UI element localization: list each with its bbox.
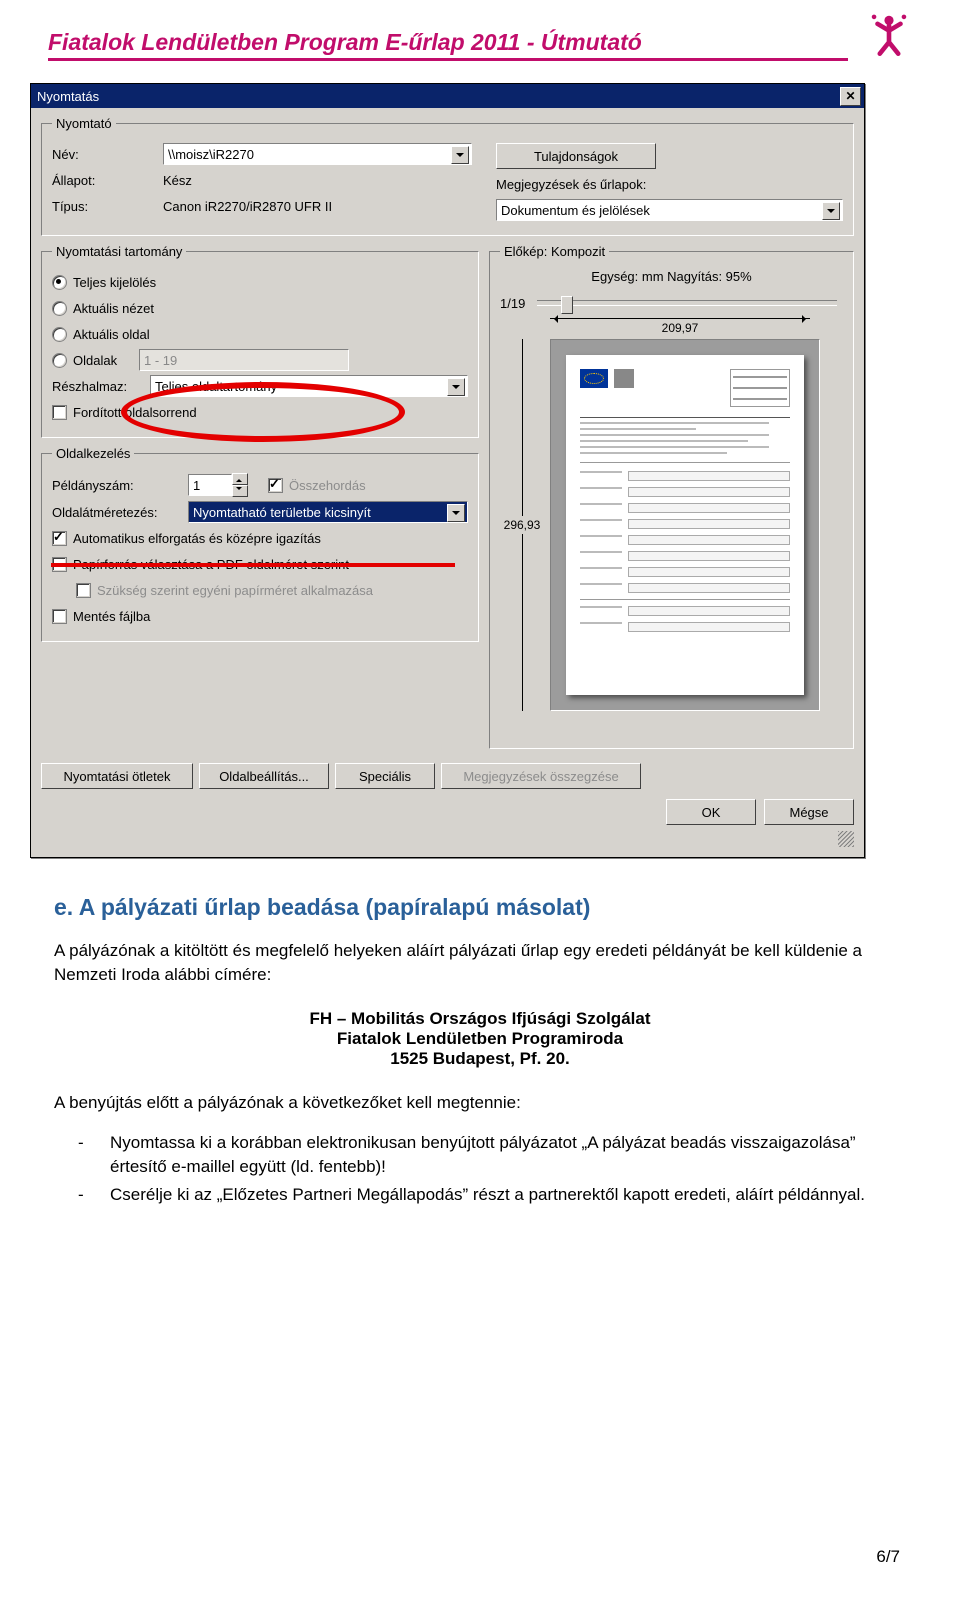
ok-button[interactable]: OK	[666, 799, 756, 825]
pages-input[interactable]: 1 - 19	[139, 349, 349, 371]
cancel-button[interactable]: Mégse	[764, 799, 854, 825]
copies-label: Példányszám:	[52, 478, 182, 493]
custom-check[interactable]: Szükség szerint egyéni papírméret alkalm…	[52, 579, 468, 601]
copies-stepper[interactable]: 1	[188, 473, 248, 497]
radio-page-label: Aktuális oldal	[73, 327, 150, 342]
save-check[interactable]: Mentés fájlba	[52, 605, 468, 627]
li2: Cserélje ki az „Előzetes Partneri Megáll…	[110, 1183, 865, 1207]
notes-label: Megjegyzések és űrlapok:	[496, 177, 646, 192]
radio-view[interactable]: Aktuális nézet	[52, 297, 468, 319]
dialog-title: Nyomtatás	[37, 89, 840, 104]
status-label: Állapot:	[52, 173, 157, 188]
tips-button[interactable]: Nyomtatási ötletek	[41, 763, 193, 789]
range-legend: Nyomtatási tartomány	[52, 244, 186, 259]
height-dim: 296,93	[500, 339, 544, 711]
addr1: FH – Mobilitás Országos Ifjúsági Szolgál…	[54, 1009, 906, 1029]
rotate-check[interactable]: Automatikus elforgatás és középre igazít…	[52, 527, 468, 549]
page-indicator: 1/19	[500, 296, 525, 311]
summary-button[interactable]: Megjegyzések összegzése	[441, 763, 641, 789]
radio-pages-label: Oldalak	[73, 353, 133, 368]
copies-up[interactable]	[232, 473, 248, 485]
radio-view-label: Aktuális nézet	[73, 301, 154, 316]
header-logo-icon	[866, 10, 912, 61]
collate-check[interactable]	[268, 478, 283, 493]
properties-button[interactable]: Tulajdonságok	[496, 143, 656, 169]
preview-group: Előkép: Kompozit Egység: mm Nagyítás: 95…	[489, 244, 854, 749]
preview-canvas	[550, 339, 820, 711]
units-text: Egység: mm Nagyítás: 95%	[500, 269, 843, 284]
dialog-titlebar: Nyomtatás ✕	[31, 84, 864, 108]
section-heading: e. A pályázati űrlap beadása (papíralapú…	[54, 894, 906, 921]
annotation-underline	[51, 563, 455, 567]
eu-flag-icon	[580, 369, 608, 388]
radio-all-label: Teljes kijelölés	[73, 275, 156, 290]
handling-group: Oldalkezelés Példányszám: 1 Összehordás …	[41, 446, 479, 642]
type-value: Canon iR2270/iR2870 UFR II	[163, 199, 332, 214]
name-label: Név:	[52, 147, 157, 162]
printer-select[interactable]: \\moisz\iR2270	[163, 143, 472, 165]
radio-page[interactable]: Aktuális oldal	[52, 323, 468, 345]
addr2: Fiatalok Lendületben Programiroda	[54, 1029, 906, 1049]
type-label: Típus:	[52, 199, 157, 214]
radio-pages[interactable]: Oldalak 1 - 19	[52, 349, 468, 371]
print-dialog: Nyomtatás ✕ Nyomtató Név: \\moisz\iR2270…	[30, 83, 865, 858]
li1: Nyomtassa ki a korábban elektronikusan b…	[110, 1131, 906, 1179]
para2: A benyújtás előtt a pályázónak a követke…	[54, 1091, 906, 1115]
copies-down[interactable]	[232, 485, 248, 497]
printer-legend: Nyomtató	[52, 116, 116, 131]
preview-legend: Előkép: Kompozit	[500, 244, 609, 259]
pagesetup-button[interactable]: Oldalbeállítás...	[199, 763, 329, 789]
handling-legend: Oldalkezelés	[52, 446, 134, 461]
annotation-ellipse	[121, 382, 405, 442]
resize-grip-icon[interactable]	[838, 831, 854, 847]
copies-value: 1	[188, 474, 232, 496]
scale-label: Oldalátméretezés:	[52, 505, 182, 520]
page-title: Fiatalok Lendületben Program E-űrlap 201…	[48, 29, 848, 61]
save-label: Mentés fájlba	[73, 609, 150, 624]
preview-page-icon	[566, 355, 804, 695]
close-button[interactable]: ✕	[840, 87, 861, 106]
printer-group: Nyomtató Név: \\moisz\iR2270 Állapot: Ké…	[41, 116, 854, 236]
custom-label: Szükség szerint egyéni papírméret alkalm…	[97, 583, 373, 598]
rotate-label: Automatikus elforgatás és középre igazít…	[73, 531, 321, 546]
para1: A pályázónak a kitöltött és megfelelő he…	[54, 939, 906, 987]
scale-select[interactable]: Nyomtatható területbe kicsinyít	[188, 501, 468, 523]
notes-select[interactable]: Dokumentum és jelölések	[496, 199, 843, 221]
page-number: 6/7	[876, 1547, 900, 1567]
radio-all[interactable]: Teljes kijelölés	[52, 271, 468, 293]
special-button[interactable]: Speciális	[335, 763, 435, 789]
collate-label: Összehordás	[289, 478, 366, 493]
width-dim: 209,97	[550, 318, 810, 335]
status-value: Kész	[163, 173, 192, 188]
page-slider[interactable]	[537, 300, 837, 306]
subset-label: Részhalmaz:	[52, 379, 144, 394]
addr3: 1525 Budapest, Pf. 20.	[54, 1049, 906, 1069]
